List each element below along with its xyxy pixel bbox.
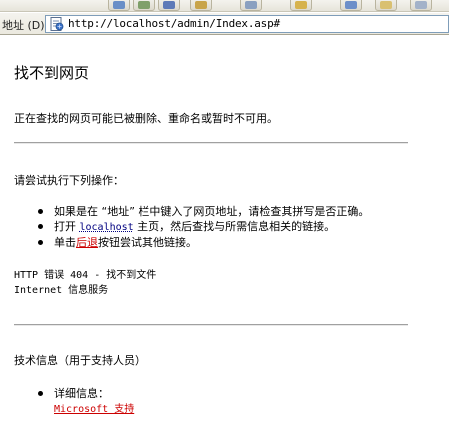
toolbar-icon <box>245 1 257 9</box>
list-item: 详细信息： Microsoft 支持 <box>38 386 134 417</box>
toolbar-icon <box>415 1 427 9</box>
toolbar-button[interactable] <box>290 0 312 11</box>
details-label: 详细信息： <box>54 387 109 400</box>
divider <box>14 324 408 326</box>
suggestion-text: 打开 <box>54 220 80 233</box>
toolbar-button[interactable] <box>340 0 362 11</box>
browser-toolbar <box>0 0 449 12</box>
error-info: HTTP 错误 404 - 找不到文件 Internet 信息服务 <box>14 268 156 298</box>
suggestion-list: 如果是在 “地址” 栏中键入了网页地址，请检查其拼写是否正确。 打开 local… <box>38 204 369 250</box>
list-item: 打开 localhost 主页，然后查找与所需信息相关的链接。 <box>38 219 369 235</box>
tech-heading: 技术信息（用于支持人员） <box>14 354 146 367</box>
divider <box>14 142 408 144</box>
bullet <box>38 391 43 396</box>
suggestion-text: 按钮尝试其他链接。 <box>98 236 197 249</box>
back-link[interactable]: 后退 <box>76 236 98 249</box>
toolbar-button[interactable] <box>410 0 432 11</box>
toolbar-button[interactable] <box>240 0 262 11</box>
page-title: 找不到网页 <box>14 64 90 82</box>
list-item: 如果是在 “地址” 栏中键入了网页地址，请检查其拼写是否正确。 <box>38 204 369 219</box>
toolbar-icon <box>163 1 175 9</box>
localhost-link[interactable]: localhost <box>80 222 134 233</box>
suggestion-text: 主页，然后查找与所需信息相关的链接。 <box>133 220 336 233</box>
address-url: http://localhost/admin/Index.asp# <box>68 17 280 30</box>
page-icon <box>50 17 64 31</box>
address-bar: 地址 (D) http://localhost/admin/Index.asp# <box>0 13 449 35</box>
suggestion-text: 如果是在 “地址” 栏中键入了网页地址，请检查其拼写是否正确。 <box>54 205 370 218</box>
toolbar-button[interactable] <box>158 0 180 11</box>
toolbar-button[interactable] <box>190 0 212 11</box>
list-item: 单击后退按钮尝试其他链接。 <box>38 235 369 250</box>
error-code: HTTP 错误 404 - 找不到文件 <box>14 270 157 281</box>
toolbar-button[interactable] <box>133 0 155 11</box>
details-list: 详细信息： Microsoft 支持 <box>38 386 134 417</box>
bullet <box>38 240 43 245</box>
toolbar-icon <box>195 1 207 9</box>
bullet <box>38 209 43 214</box>
toolbar-icon <box>380 1 392 9</box>
suggestion-text: 单击 <box>54 236 76 249</box>
bullet <box>38 224 43 229</box>
try-heading: 请尝试执行下列操作： <box>14 174 124 187</box>
page-description: 正在查找的网页可能已被删除、重命名或暂时不可用。 <box>14 112 278 125</box>
toolbar-icon <box>138 1 150 9</box>
address-label: 地址 (D) <box>2 19 45 32</box>
toolbar-button[interactable] <box>108 0 130 11</box>
error-server: Internet 信息服务 <box>14 285 109 296</box>
toolbar-icon <box>295 1 307 9</box>
microsoft-support-link[interactable]: Microsoft 支持 <box>54 404 134 415</box>
toolbar-icon <box>113 1 125 9</box>
toolbar-icon <box>345 1 357 9</box>
toolbar-button[interactable] <box>375 0 397 11</box>
address-input[interactable]: http://localhost/admin/Index.asp# <box>45 15 449 33</box>
